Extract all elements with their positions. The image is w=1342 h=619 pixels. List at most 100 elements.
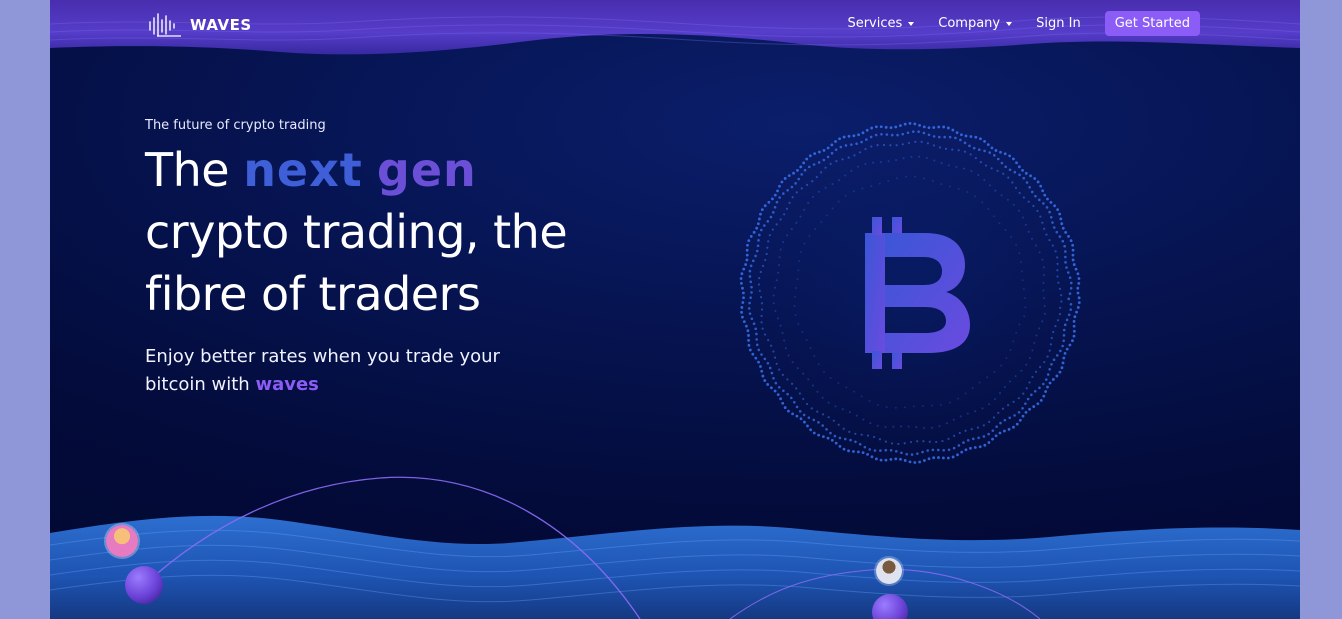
globe-dot xyxy=(852,190,855,193)
nav-item-sign-in[interactable]: Sign In xyxy=(1036,16,1081,31)
globe-dot xyxy=(1051,244,1054,247)
globe-dot xyxy=(835,160,838,163)
globe-dot xyxy=(1071,339,1074,343)
globe-dot xyxy=(996,169,999,172)
globe-dot xyxy=(1041,189,1045,193)
globe-dot xyxy=(791,196,794,199)
globe-dot xyxy=(957,397,960,400)
globe-dot xyxy=(1017,411,1021,414)
globe-dot xyxy=(890,442,894,445)
globe-dot xyxy=(845,386,848,389)
globe-dot xyxy=(1072,334,1076,338)
globe-dot xyxy=(749,234,753,238)
globe-dot xyxy=(1015,331,1018,334)
globe-dot xyxy=(745,253,749,257)
globe-dot xyxy=(1065,318,1069,322)
globe-dot xyxy=(1048,381,1052,385)
globe-dot xyxy=(747,307,751,310)
globe-dot xyxy=(1041,320,1044,323)
globe-dot xyxy=(817,190,820,193)
hero-section: The future of crypto trading The next ge… xyxy=(145,118,665,399)
globe-dot xyxy=(1053,204,1056,208)
globe-dot xyxy=(857,133,860,137)
globe-dot xyxy=(1043,304,1046,307)
globe-dot xyxy=(839,145,843,149)
globe-dot xyxy=(1042,394,1046,398)
globe-dot xyxy=(901,132,905,136)
globe-dot xyxy=(994,149,998,152)
get-started-button[interactable]: Get Started xyxy=(1104,10,1200,36)
globe-dot xyxy=(1036,209,1039,213)
globe-dot xyxy=(805,402,809,406)
globe-dot xyxy=(860,395,863,398)
globe-dot xyxy=(1077,296,1081,300)
globe-dot xyxy=(1048,349,1051,352)
globe-dot xyxy=(1064,250,1067,253)
globe-dot xyxy=(829,431,832,435)
globe-dot xyxy=(1062,356,1066,360)
nav-item-services[interactable]: Services xyxy=(847,15,915,31)
globe-dot xyxy=(1076,286,1080,290)
globe-dot xyxy=(869,422,872,425)
globe-dot xyxy=(795,191,798,194)
globe-dot xyxy=(741,286,744,290)
globe-dot xyxy=(878,438,882,441)
nav-item-services-label: Services xyxy=(847,15,903,31)
globe-dot xyxy=(817,421,820,424)
globe-dot xyxy=(951,455,955,459)
globe-dot xyxy=(770,344,773,347)
brand-logo[interactable]: WAVES xyxy=(148,12,252,38)
globe-dot xyxy=(1071,248,1075,252)
globe-dot xyxy=(850,169,853,172)
globe-dot xyxy=(754,327,757,331)
globe-dot xyxy=(931,448,935,452)
globe-dot xyxy=(906,131,910,135)
globe-dot xyxy=(776,393,780,397)
globe-dot xyxy=(1008,416,1011,420)
globe-dot xyxy=(979,160,982,164)
globe-dot xyxy=(948,185,951,188)
globe-dot xyxy=(916,440,919,443)
globe-dot xyxy=(814,227,817,230)
globe-dot xyxy=(944,147,948,150)
globe-dot xyxy=(1059,217,1063,221)
globe-dot xyxy=(1071,258,1075,262)
globe-dot xyxy=(963,141,967,145)
globe-dot xyxy=(1012,157,1015,161)
nav-item-sign-in-label: Sign In xyxy=(1036,15,1081,31)
globe-dot xyxy=(800,251,803,254)
globe-dot xyxy=(822,148,826,152)
globe-dot xyxy=(1034,194,1037,198)
globe-dot xyxy=(831,183,834,185)
globe-dot xyxy=(988,151,992,154)
globe-dot xyxy=(1003,418,1007,422)
globe-dot xyxy=(1021,169,1024,172)
globe-dot xyxy=(782,389,785,393)
globe-dot xyxy=(864,147,867,151)
orb-node xyxy=(125,566,163,604)
globe-dot xyxy=(766,220,770,223)
globe-dot xyxy=(766,383,770,386)
globe-dot xyxy=(895,158,898,161)
globe-dot xyxy=(852,134,856,138)
globe-dot xyxy=(1046,197,1049,201)
globe-dot xyxy=(922,125,926,129)
globe-dot xyxy=(1043,360,1046,364)
nav-item-company[interactable]: Company xyxy=(938,16,1013,31)
globe-dot xyxy=(942,456,945,460)
globe-dot xyxy=(1013,414,1016,417)
globe-dot xyxy=(1012,203,1015,206)
globe-dot xyxy=(988,184,991,187)
globe-dot xyxy=(987,432,990,436)
caret-down-icon xyxy=(908,21,915,26)
globe-dot xyxy=(787,409,790,413)
globe-dot xyxy=(1021,414,1025,418)
globe-dot xyxy=(901,143,904,146)
globe-dot xyxy=(953,434,956,437)
globe-dot xyxy=(1046,385,1049,389)
globe-dot xyxy=(817,433,821,437)
globe-dot xyxy=(813,355,816,358)
globe-dot xyxy=(803,242,806,245)
globe-dot xyxy=(757,239,760,242)
globe-dot xyxy=(880,132,883,136)
